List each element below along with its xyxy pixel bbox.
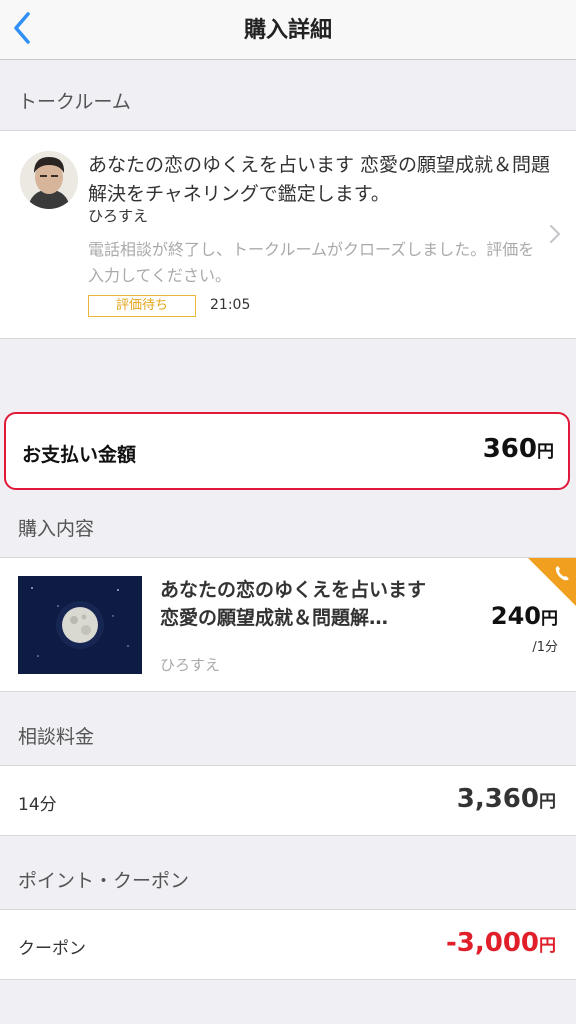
item-price: 240円: [491, 602, 558, 630]
payment-currency: 円: [537, 442, 554, 462]
fee-amount: 3,360円: [457, 784, 556, 814]
purchase-section-label: 購入内容: [18, 518, 95, 540]
item-price-value: 240: [490, 602, 541, 630]
coupon-currency: 円: [539, 936, 556, 956]
fee-duration: 14分: [18, 795, 57, 815]
coupon-amount: -3,000円: [446, 928, 556, 958]
talk-title: あなたの恋のゆくえを占います 恋愛の願望成就＆問題解決をチャネリングで鑑定します…: [88, 154, 551, 205]
coupon-amount-value: -3,000: [445, 928, 539, 958]
chevron-right-icon: [549, 224, 561, 244]
item-thumbnail: [18, 576, 142, 674]
talk-author: ひろすえ: [88, 207, 149, 225]
talk-time: 21:05: [210, 297, 251, 313]
page-title: 購入詳細: [243, 18, 332, 43]
talkroom-card[interactable]: あなたの恋のゆくえを占います 恋愛の願望成就＆問題解決をチャネリングで鑑定します…: [0, 131, 576, 339]
fee-section-header: 相談料金: [0, 692, 576, 766]
item-author: ひろすえ: [160, 656, 221, 674]
avatar: [20, 151, 78, 209]
talk-message: 電話相談が終了し、トークルームがクローズしました。評価を入力してください。: [88, 240, 535, 285]
item-price-currency: 円: [541, 609, 558, 629]
payment-label: お支払い金額: [22, 444, 137, 466]
fee-section-label: 相談料金: [18, 726, 95, 748]
item-title: あなたの恋のゆくえを占います 恋愛の願望成就＆問題解…: [160, 579, 427, 629]
item-price-unit: /1分: [532, 640, 558, 655]
fee-currency: 円: [539, 792, 556, 812]
talkroom-section-header: トークルーム: [0, 61, 576, 131]
coupon-label: クーポン: [18, 939, 86, 959]
fee-row: 14分 3,360円: [0, 766, 576, 836]
points-section-header: ポイント・クーポン: [0, 836, 576, 910]
navigation-bar: 購入詳細: [0, 0, 576, 60]
points-section-label: ポイント・クーポン: [18, 870, 190, 892]
talkroom-section-label: トークルーム: [18, 91, 131, 113]
payment-amount-value: 360: [482, 434, 537, 464]
payment-amount: 360円: [483, 434, 554, 464]
purchase-section-header: 購入内容: [0, 492, 576, 558]
coupon-row: クーポン -3,000円: [0, 910, 576, 980]
phone-icon: [528, 558, 576, 606]
purchase-item-card[interactable]: あなたの恋のゆくえを占います 恋愛の願望成就＆問題解… ひろすえ 240円 /1…: [0, 558, 576, 692]
status-badge: 評価待ち: [88, 295, 196, 317]
payment-amount-row: お支払い金額 360円: [4, 412, 570, 490]
fee-amount-value: 3,360: [456, 784, 539, 814]
